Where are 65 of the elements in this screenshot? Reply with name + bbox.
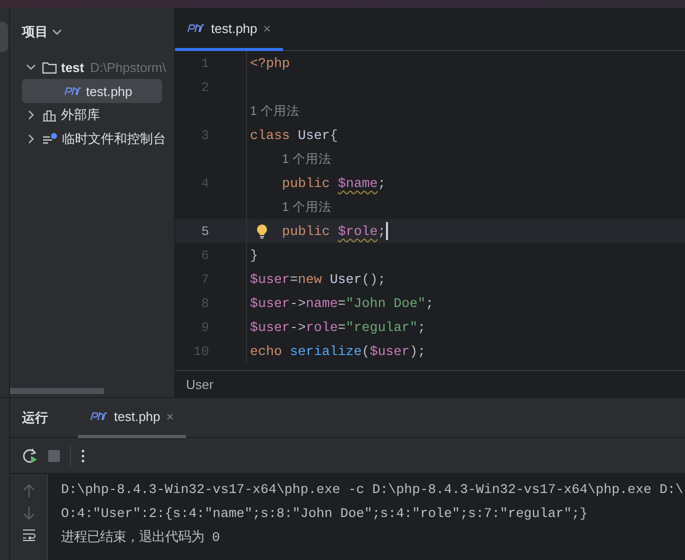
- library-icon: [42, 108, 57, 122]
- tree-item[interactable]: 外部库: [10, 103, 174, 127]
- code-token: "John Doe": [346, 296, 426, 310]
- code-token: public: [282, 224, 331, 238]
- usage-hint[interactable]: 1 个用法: [282, 198, 332, 216]
- code-token: =: [338, 296, 346, 310]
- code-token: ;: [378, 176, 386, 190]
- code-token: }: [250, 248, 258, 262]
- code-token: =: [338, 320, 346, 334]
- code-token: public: [282, 176, 331, 190]
- code-token: =: [290, 272, 298, 286]
- php-file-icon: [90, 411, 108, 421]
- code-token: ;: [418, 320, 426, 334]
- scrollbar-thumb[interactable]: [10, 388, 104, 394]
- lightbulb-icon[interactable]: [256, 224, 268, 238]
- php-file-icon: [187, 23, 205, 33]
- usage-hint[interactable]: 1 个用法: [282, 150, 332, 168]
- code-token: ;: [426, 296, 434, 310]
- code-token: );: [410, 344, 426, 358]
- code-token: $user: [370, 344, 410, 358]
- code-token: $user: [250, 296, 290, 310]
- code-token: echo: [250, 344, 283, 358]
- breadcrumb[interactable]: User: [186, 376, 214, 392]
- code-token: "regular": [346, 320, 418, 334]
- scratch-list-icon: [42, 132, 58, 146]
- chevron-right-icon[interactable]: [26, 110, 36, 120]
- code-token: class: [250, 128, 291, 142]
- console-line: 进程已结束，退出代码为 0: [61, 528, 221, 547]
- chevron-down-icon[interactable]: [26, 62, 36, 72]
- code-token: $user: [250, 272, 290, 286]
- panel-title: 运行: [22, 408, 48, 426]
- more-icon[interactable]: [81, 448, 85, 462]
- code-token: $role: [338, 224, 378, 238]
- code-token: User: [298, 128, 330, 142]
- code-token: ->: [290, 320, 306, 334]
- line-number: 5: [201, 224, 209, 238]
- chevron-down-icon[interactable]: [52, 26, 62, 36]
- tree-item[interactable]: test.php: [22, 79, 162, 103]
- close-icon[interactable]: ×: [263, 20, 271, 36]
- php-file-icon: [64, 86, 82, 96]
- code-token: $user: [250, 320, 290, 334]
- editor-tab[interactable]: test.php ×: [175, 8, 283, 51]
- code-token: {: [330, 128, 338, 142]
- tree-item[interactable]: 临时文件和控制台: [10, 127, 174, 151]
- code-token: ->: [290, 296, 306, 310]
- code-token: name: [306, 296, 338, 310]
- code-token: new: [298, 272, 323, 286]
- code-token: User: [330, 272, 362, 286]
- code-token: (: [362, 344, 370, 358]
- code-token: serialize: [290, 344, 362, 358]
- code-token: $name: [338, 176, 378, 190]
- soft-wrap-icon[interactable]: [22, 528, 36, 541]
- rerun-icon[interactable]: [22, 448, 38, 464]
- run-tab[interactable]: test.php ×: [78, 398, 186, 438]
- panel-title[interactable]: 项目: [22, 22, 48, 40]
- code-token: ();: [362, 272, 386, 286]
- code-token: <?php: [250, 56, 290, 70]
- chevron-right-icon[interactable]: [26, 134, 36, 144]
- usage-hint[interactable]: 1 个用法: [250, 102, 300, 120]
- tree-item[interactable]: test D:\Phpstorm\: [10, 55, 174, 79]
- folder-icon: [42, 60, 57, 74]
- code-token: role: [306, 320, 338, 334]
- console-line: O:4:"User":2:{s:4:"name";s:8:"John Doe";s:4:"role";s:7:"regular";}: [61, 505, 589, 523]
- console-line: D:\php-8.4.3-Win32-vs17-x64\php.exe -c D:\php-8.4.3-Win32-vs17-x64\php.exe D:\: [61, 481, 684, 499]
- code-token: ;: [378, 224, 386, 238]
